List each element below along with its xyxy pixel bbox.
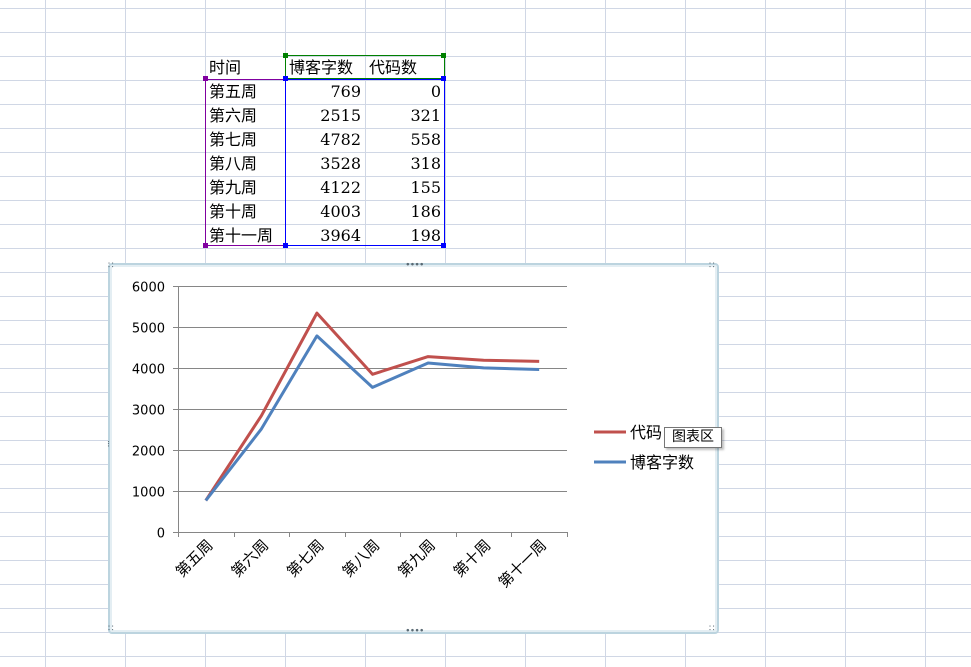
code-count-cell[interactable]: 558 xyxy=(365,128,445,152)
week-cell[interactable]: 第六周 xyxy=(205,104,285,128)
week-cell[interactable]: 第十一周 xyxy=(205,224,285,248)
x-tick-label: 第九周 xyxy=(394,536,439,581)
legend-label[interactable]: 博客字数 xyxy=(630,453,694,472)
code-count-cell[interactable]: 321 xyxy=(365,104,445,128)
range-handle[interactable] xyxy=(441,243,446,248)
code-count-cell[interactable]: 155 xyxy=(365,176,445,200)
header-code-count[interactable]: 代码数 xyxy=(365,56,445,80)
y-tick-label: 3000 xyxy=(132,404,165,419)
chart-area[interactable]: 0 1000 2000 3000 4000 5000 6000 第五周 第六周 第七周 第八周 第九周… xyxy=(108,263,719,634)
legend-label[interactable]: 代码 xyxy=(630,423,662,442)
resize-handle-top-right[interactable]: ∷ xyxy=(709,262,715,271)
x-tick-label: 第十周 xyxy=(450,536,495,581)
chart-area-tooltip: 图表区 xyxy=(664,427,722,448)
resize-handle-top[interactable]: ∙∙∙∙ xyxy=(405,261,425,270)
blog-words-cell[interactable]: 4003 xyxy=(285,200,365,224)
blog-words-cell[interactable]: 3528 xyxy=(285,152,365,176)
blog-words-cell[interactable]: 4782 xyxy=(285,128,365,152)
week-cell[interactable]: 第九周 xyxy=(205,176,285,200)
y-tick-label: 2000 xyxy=(132,445,165,460)
y-tick-label: 5000 xyxy=(132,322,165,337)
x-tick-label: 第五周 xyxy=(172,536,217,581)
resize-handle-bottom[interactable]: ∙∙∙∙ xyxy=(405,627,425,636)
blog-words-cell[interactable]: 4122 xyxy=(285,176,365,200)
code-count-cell[interactable]: 0 xyxy=(365,80,445,104)
x-tick-label: 第八周 xyxy=(339,536,384,581)
range-handle[interactable] xyxy=(441,76,446,81)
blog-words-cell[interactable]: 2515 xyxy=(285,104,365,128)
x-tick-label: 第六周 xyxy=(228,536,273,581)
y-tick-label: 6000 xyxy=(132,281,165,296)
range-handle[interactable] xyxy=(283,76,288,81)
header-time[interactable]: 时间 xyxy=(205,56,285,80)
week-cell[interactable]: 第五周 xyxy=(205,80,285,104)
y-tick-label: 4000 xyxy=(132,363,165,378)
x-tick-label: 第十一周 xyxy=(495,536,550,591)
series-line-0[interactable] xyxy=(204,311,540,502)
range-handle[interactable] xyxy=(203,243,208,248)
x-tick-label: 第七周 xyxy=(283,536,328,581)
range-handle[interactable] xyxy=(283,53,288,58)
resize-handle-bottom-left[interactable]: ∷ xyxy=(108,625,114,634)
blog-words-cell[interactable]: 769 xyxy=(285,80,365,104)
resize-handle-bottom-right[interactable]: ∷ xyxy=(709,625,715,634)
week-cell[interactable]: 第七周 xyxy=(205,128,285,152)
code-count-cell[interactable]: 186 xyxy=(365,200,445,224)
line-chart: 0 1000 2000 3000 4000 5000 6000 第五周 第六周 第七周 第八周 第九周… xyxy=(132,281,694,592)
range-handle[interactable] xyxy=(283,243,288,248)
resize-handle-top-left[interactable]: ∷ xyxy=(108,262,114,271)
week-cell[interactable]: 第八周 xyxy=(205,152,285,176)
code-count-cell[interactable]: 318 xyxy=(365,152,445,176)
range-handle[interactable] xyxy=(441,53,446,58)
week-cell[interactable]: 第十周 xyxy=(205,200,285,224)
code-count-cell[interactable]: 198 xyxy=(365,224,445,248)
blog-words-cell[interactable]: 3964 xyxy=(285,224,365,248)
header-blog-words[interactable]: 博客字数 xyxy=(285,56,365,80)
y-tick-label: 1000 xyxy=(132,486,165,501)
resize-handle-left[interactable]: ⁝ xyxy=(107,441,110,450)
y-tick-label: 0 xyxy=(157,527,165,542)
range-handle[interactable] xyxy=(203,76,208,81)
